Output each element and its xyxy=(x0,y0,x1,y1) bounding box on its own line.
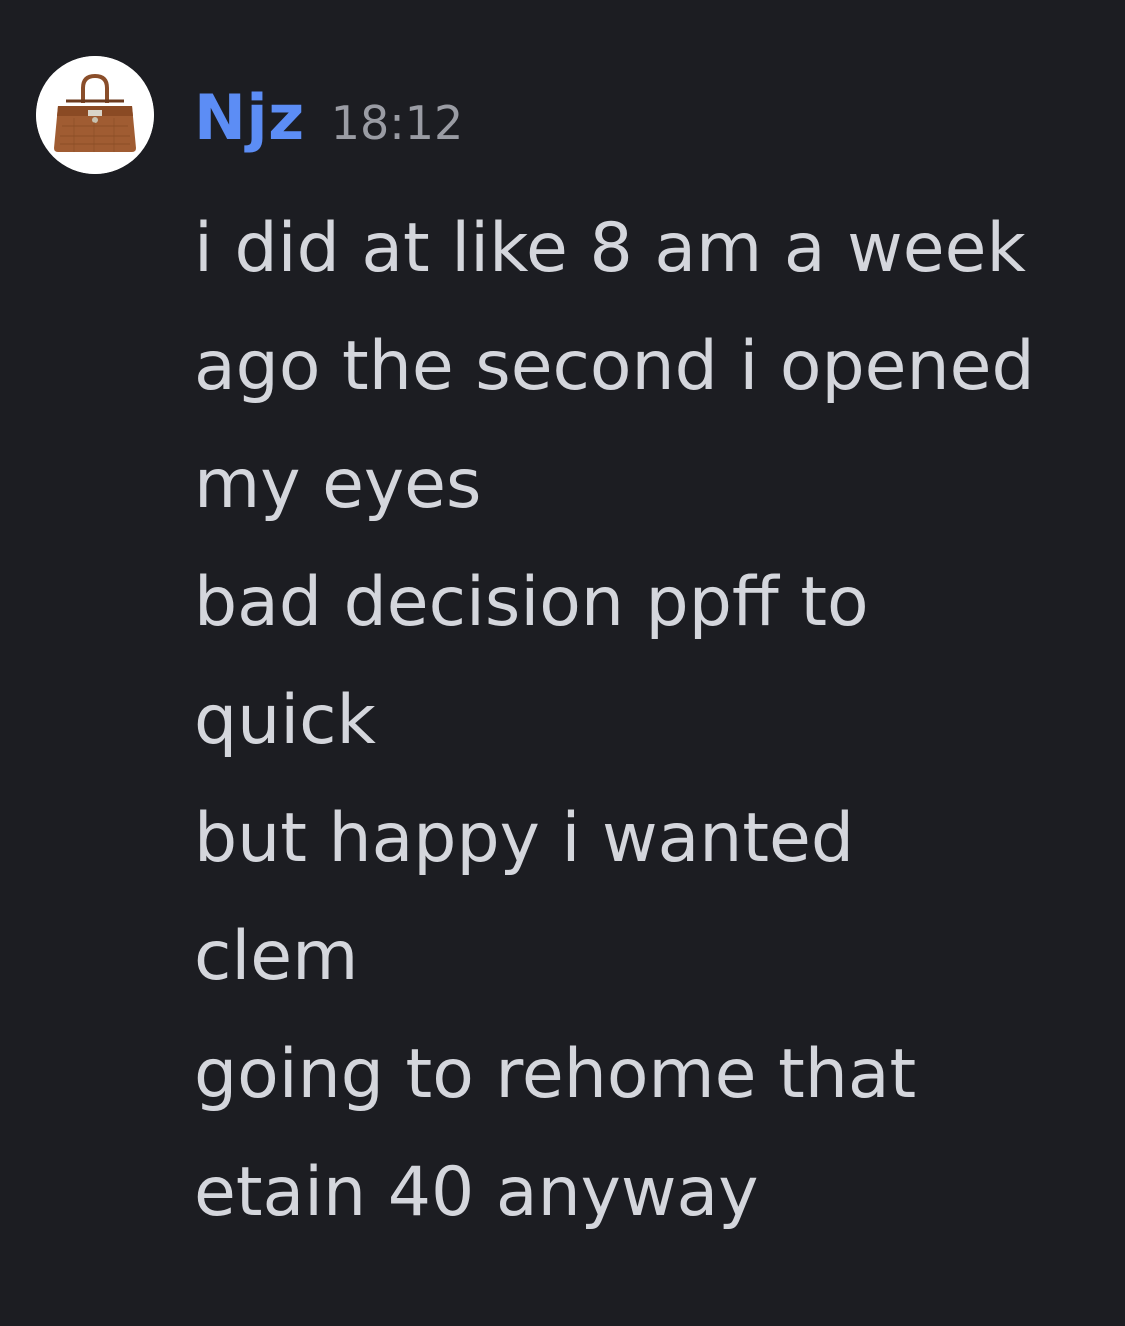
message-line: bad decision ppff to xyxy=(194,563,869,642)
avatar[interactable] xyxy=(36,56,154,174)
username[interactable]: Njz xyxy=(194,78,305,158)
message-body: i did at like 8 am a week ago the second… xyxy=(194,190,1099,1252)
message-line: i did at like 8 am a week xyxy=(194,209,1026,288)
message-line: going to rehome that xyxy=(194,1035,917,1114)
message-line: but happy i wanted xyxy=(194,799,855,878)
message-line: clem xyxy=(194,917,359,996)
message-line: my eyes xyxy=(194,445,482,524)
message-header: Njz 18:12 xyxy=(194,78,463,158)
handbag-icon xyxy=(36,56,154,174)
message-line: ago the second i opened xyxy=(194,327,1035,406)
message-line: etain 40 anyway xyxy=(194,1153,759,1232)
timestamp: 18:12 xyxy=(330,96,464,150)
chat-message: Njz 18:12 i did at like 8 am a week ago … xyxy=(0,0,1125,1326)
message-line: quick xyxy=(194,681,376,760)
